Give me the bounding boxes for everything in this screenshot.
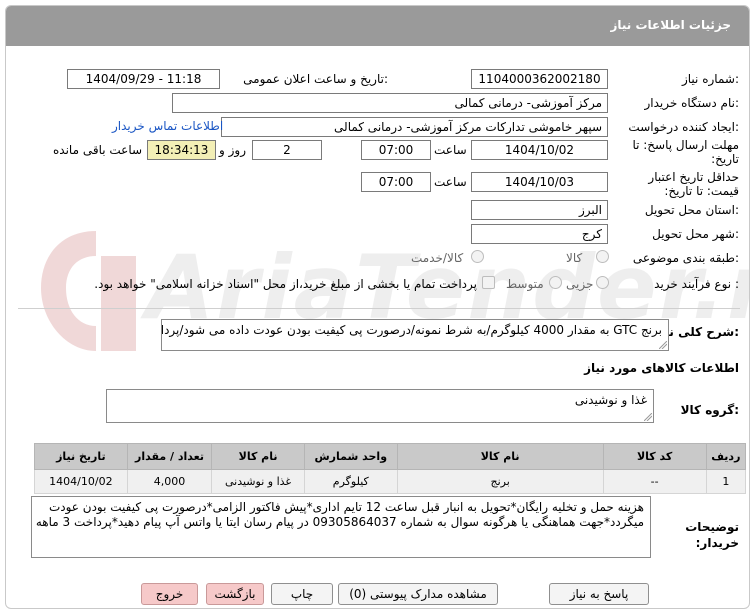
resize-handle-icon[interactable]	[644, 413, 652, 421]
deadline-days-label: روز و	[219, 143, 246, 157]
col-item-code: کد کالا	[602, 443, 707, 470]
back-button[interactable]: بازگشت	[206, 583, 264, 605]
requester-label: ایجاد کننده درخواست:	[628, 120, 739, 134]
watermark-logo-icon	[41, 231, 136, 351]
buyer-notes-line-2: میگردد*جهت هماهنگی یا هرگونه سوال به شما…	[35, 515, 644, 529]
remaining-time-field: 18:34:13	[147, 140, 216, 160]
treasury-note: پرداخت تمام یا بخشی از مبلغ خرید،از محل …	[94, 277, 477, 291]
deadline-days-field: 2	[252, 140, 322, 160]
cell-unit: کیلوگرم	[303, 469, 398, 494]
resize-handle-icon[interactable]	[659, 341, 667, 349]
category-radio-goods-service[interactable]	[471, 250, 484, 263]
buyer-org-label: نام دستگاه خریدار:	[644, 96, 740, 110]
deadline-label: مهلت ارسال پاسخ: تا تاریخ:	[632, 138, 739, 166]
need-number-field: 1104000362002180	[471, 69, 608, 89]
reply-button[interactable]: پاسخ به نیاز	[549, 583, 649, 605]
process-label: نوع فرآیند خرید :	[654, 277, 739, 291]
cell-need-date: 1404/10/02	[34, 469, 128, 494]
validity-label: حداقل تاریخ اعتبار قیمت: تا تاریخ:	[648, 170, 739, 198]
goods-group-field: غذا و نوشیدنی	[106, 389, 654, 423]
exit-button[interactable]: خروج	[141, 583, 198, 605]
process-option-minor: جزیی	[566, 277, 594, 291]
buyer-notes-field: هزینه حمل و تخلیه رایگان*تحویل به انبار …	[31, 496, 651, 558]
deadline-time-label: ساعت	[434, 143, 467, 157]
process-radio-minor[interactable]	[596, 276, 609, 289]
col-item-group: نام کالا	[211, 443, 305, 470]
goods-table: ردیف کد کالا نام کالا واحد شمارش نام کال…	[34, 443, 747, 494]
deadline-date-field: 1404/10/02	[471, 140, 608, 160]
cell-item-name: برنج	[396, 469, 604, 494]
requester-field: سپهر خاموشی تدارکات مرکز آموزشی- درمانی …	[221, 117, 608, 137]
treasury-checkbox[interactable]	[482, 276, 495, 289]
province-label: استان محل تحویل:	[644, 203, 739, 217]
cell-item-code: --	[602, 469, 707, 494]
goods-info-title: اطلاعات کالاهای مورد نیاز	[584, 361, 739, 375]
buyer-contact-link[interactable]: اطلاعات تماس خریدار	[112, 119, 223, 133]
announce-datetime-field: 1404/09/29 - 11:18	[67, 69, 220, 89]
remaining-time-label: ساعت باقی مانده	[53, 143, 143, 157]
print-button[interactable]: چاپ	[271, 583, 333, 605]
col-need-date: تاریخ نیاز	[34, 443, 128, 470]
goods-group-label: گروه کالا:	[680, 403, 739, 417]
panel-title: جزئیات اطلاعات نیاز	[610, 18, 731, 32]
col-unit: واحد شمارش	[303, 443, 398, 470]
category-radio-goods[interactable]	[596, 250, 609, 263]
validity-time-label: ساعت	[434, 175, 467, 189]
cell-row-number: 1	[705, 469, 747, 494]
validity-date-field: 1404/10/03	[471, 172, 608, 192]
validity-time-field: 07:00	[361, 172, 431, 192]
category-option-goods-service: کالا/خدمت	[411, 251, 464, 265]
table-header-row: ردیف کد کالا نام کالا واحد شمارش نام کال…	[34, 443, 747, 470]
process-option-medium: متوسط	[506, 277, 544, 291]
category-option-goods: کالا	[566, 251, 583, 265]
buyer-notes-line-1: هزینه حمل و تخلیه رایگان*تحویل به انبار …	[48, 500, 644, 514]
col-item-name: نام کالا	[396, 443, 604, 470]
view-documents-button[interactable]: مشاهده مدارک پیوستی (0)	[338, 583, 498, 605]
col-quantity: تعداد / مقدار	[126, 443, 213, 470]
col-row-number: ردیف	[705, 443, 747, 470]
process-radio-medium[interactable]	[549, 276, 562, 289]
panel-header: جزئیات اطلاعات نیاز	[6, 6, 749, 46]
goods-group-text: غذا و نوشیدنی	[574, 393, 647, 407]
cell-item-group: غذا و نوشیدنی	[211, 469, 305, 494]
cell-quantity: 4,000	[126, 469, 213, 494]
deadline-time-field: 07:00	[361, 140, 431, 160]
need-number-label: شماره نیاز:	[681, 72, 739, 86]
province-field: البرز	[471, 200, 608, 220]
need-details-panel: جزئیات اطلاعات نیاز AriaTender.net شماره…	[5, 5, 750, 609]
city-field: کرج	[471, 224, 608, 244]
buyer-notes-label: توضیحات خریدار:	[685, 520, 739, 550]
section-divider	[18, 308, 740, 309]
category-label: طبقه بندی موضوعی:	[632, 251, 739, 265]
description-text: برنج GTC به مقدار 4000 کیلوگرم/به شرط نم…	[161, 323, 662, 337]
city-label: شهر محل تحویل:	[652, 227, 739, 241]
announce-datetime-label: تاریخ و ساعت اعلان عمومی:	[243, 72, 388, 86]
buyer-org-field: مرکز آموزشی- درمانی کمالی	[172, 93, 608, 113]
table-row: 1 -- برنج کیلوگرم غذا و نوشیدنی 4,000 14…	[34, 469, 747, 494]
description-field: برنج GTC به مقدار 4000 کیلوگرم/به شرط نم…	[161, 319, 669, 351]
